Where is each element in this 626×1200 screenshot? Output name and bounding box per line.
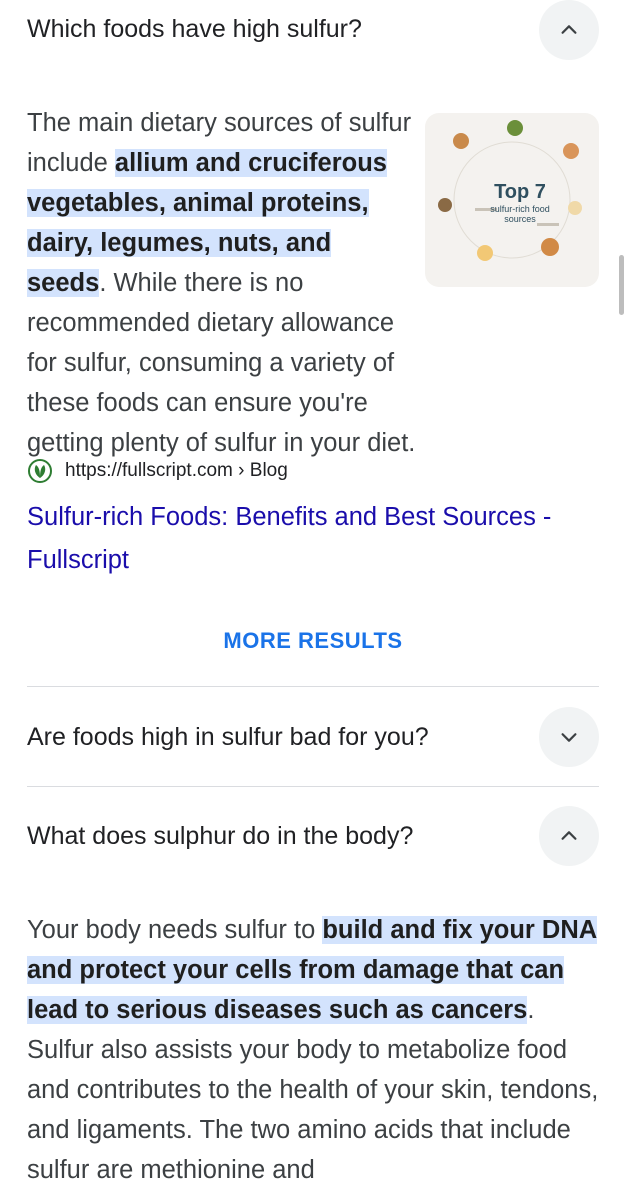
faq-question[interactable]: Which foods have high sulfur? <box>27 15 362 44</box>
collapse-button[interactable] <box>539 0 599 60</box>
faq-item-sulfur-foods[interactable]: Which foods have high sulfur? <box>27 0 599 60</box>
fullscript-leaf-icon <box>28 459 52 483</box>
faq-answer: The main dietary sources of sulfur inclu… <box>27 103 417 463</box>
faq-item-sulfur-bad[interactable]: Are foods high in sulfur bad for you? <box>27 707 599 767</box>
faq-item-sulphur-body[interactable]: What does sulphur do in the body? <box>27 806 599 866</box>
divider <box>27 786 599 787</box>
thumbnail-subtitle: sulfur-rich food sources <box>490 204 550 224</box>
faq-question[interactable]: Are foods high in sulfur bad for you? <box>27 723 429 752</box>
source-url[interactable]: https://fullscript.com › Blog <box>65 460 288 482</box>
faq-question[interactable]: What does sulphur do in the body? <box>27 822 413 851</box>
more-results-button[interactable]: MORE RESULTS <box>0 628 626 654</box>
expand-button[interactable] <box>539 707 599 767</box>
chevron-up-icon <box>561 25 577 34</box>
collapse-button[interactable] <box>539 806 599 866</box>
faq-answer: Your body needs sulfur to build and fix … <box>27 910 599 1190</box>
scrollbar[interactable] <box>619 255 624 315</box>
answer-text: . While there is no recommended dietary … <box>27 269 416 457</box>
thumbnail-caption: Top 7 sulfur-rich food sources <box>480 181 560 224</box>
chevron-down-icon <box>561 733 577 742</box>
result-link[interactable]: Sulfur-rich Foods: Benefits and Best Sou… <box>27 496 599 582</box>
chevron-up-icon <box>561 831 577 840</box>
divider <box>27 686 599 687</box>
answer-thumbnail[interactable]: Top 7 sulfur-rich food sources <box>425 113 599 287</box>
thumbnail-title: Top 7 <box>494 181 546 203</box>
answer-text: . Sulfur also assists your body to metab… <box>27 996 599 1184</box>
source-citation[interactable]: https://fullscript.com › Blog <box>27 458 288 484</box>
answer-text: Your body needs sulfur to <box>27 916 323 944</box>
